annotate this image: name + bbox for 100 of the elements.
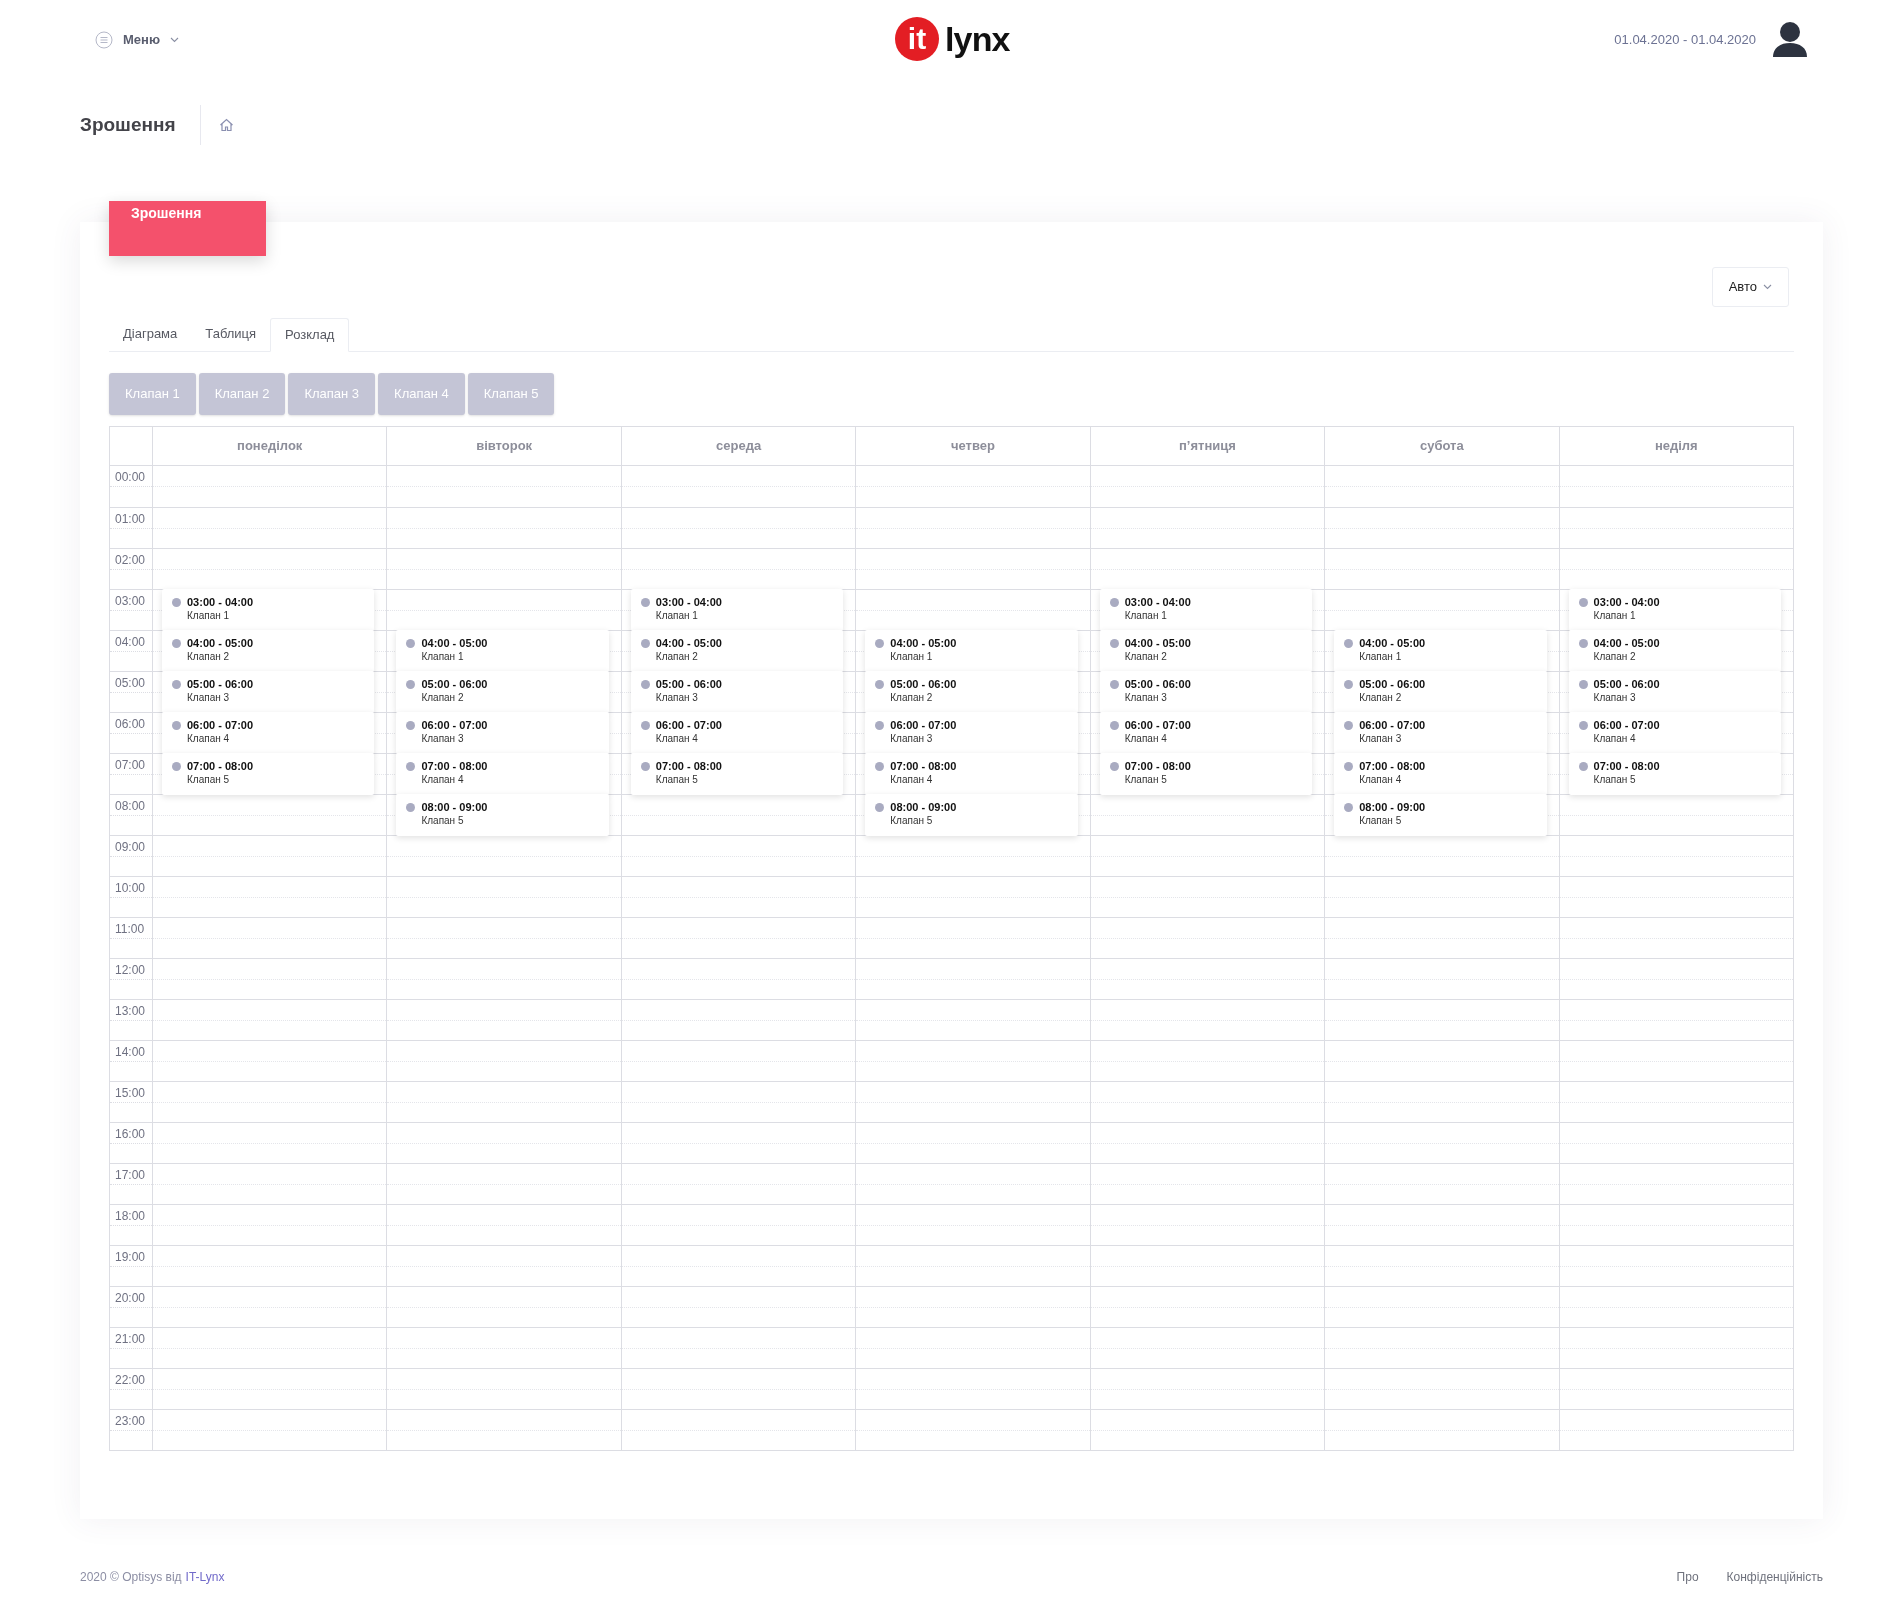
view-tab[interactable]: Розклад (270, 318, 350, 352)
hour-label: 00:00 (115, 469, 146, 486)
status-dot-icon (640, 680, 650, 689)
event-valve: Клапан 3 (187, 691, 231, 705)
event-time: 04:00 - 05:00 (655, 636, 722, 650)
schedule-event[interactable]: 05:00 - 06:00 Клапан 3 (162, 671, 375, 713)
view-tab[interactable]: Діаграма (109, 317, 192, 351)
company-link[interactable]: IT-Lynx (185, 1568, 225, 1586)
schedule-event[interactable]: 08:00 - 09:00 Клапан 5 (1334, 794, 1547, 836)
schedule-event[interactable]: 05:00 - 06:00 Клапан 2 (396, 671, 609, 713)
schedule-event[interactable]: 06:00 - 07:00 Клапан 4 (1568, 712, 1781, 754)
hour-label: 05:00 (115, 675, 146, 692)
event-valve: Клапан 3 (1124, 691, 1168, 705)
event-valve: Клапан 3 (890, 732, 934, 746)
schedule-event[interactable]: 07:00 - 08:00 Клапан 4 (1334, 753, 1547, 795)
event-time: 03:00 - 04:00 (1124, 595, 1191, 609)
event-time: 04:00 - 05:00 (1124, 636, 1191, 650)
schedule-event[interactable]: 05:00 - 06:00 Клапан 3 (1568, 671, 1781, 713)
schedule-event[interactable]: 03:00 - 04:00 Клапан 1 (1099, 589, 1313, 631)
schedule-event[interactable]: 04:00 - 05:00 Клапан 1 (396, 630, 609, 672)
event-valve: Клапан 2 (421, 691, 465, 705)
event-valve: Клапан 1 (1124, 609, 1168, 623)
status-dot-icon (1344, 762, 1354, 771)
schedule-event[interactable]: 08:00 - 09:00 Клапан 5 (865, 794, 1078, 836)
menu-icon[interactable] (95, 31, 113, 49)
schedule-event[interactable]: 05:00 - 06:00 Клапан 2 (1334, 671, 1547, 713)
schedule-event[interactable]: 06:00 - 07:00 Клапан 4 (1099, 712, 1313, 754)
event-valve: Клапан 5 (1359, 814, 1403, 828)
schedule-event[interactable]: 06:00 - 07:00 Клапан 4 (162, 712, 375, 754)
date-range[interactable]: 01.04.2020 - 01.04.2020 (1614, 30, 1756, 50)
event-time: 06:00 - 07:00 (655, 718, 722, 732)
footer-link[interactable]: Про (1676, 1568, 1699, 1586)
schedule-event[interactable]: 04:00 - 05:00 Клапан 2 (1099, 630, 1313, 672)
event-valve: Клапан 5 (890, 814, 934, 828)
schedule-event[interactable]: 03:00 - 04:00 Клапан 1 (630, 589, 844, 631)
event-time: 06:00 - 07:00 (187, 718, 254, 732)
schedule-event[interactable]: 08:00 - 09:00 Клапан 5 (396, 794, 609, 836)
event-time: 03:00 - 04:00 (1593, 595, 1660, 609)
schedule-event[interactable]: 03:00 - 04:00 Клапан 1 (1568, 589, 1781, 631)
hour-label: 07:00 (115, 757, 146, 774)
schedule-event[interactable]: 06:00 - 07:00 Клапан 4 (630, 712, 844, 754)
status-dot-icon (1578, 721, 1588, 730)
user-avatar-icon[interactable] (1772, 21, 1808, 59)
event-time: 05:00 - 06:00 (655, 677, 722, 691)
schedule-event[interactable]: 07:00 - 08:00 Клапан 4 (865, 753, 1078, 795)
schedule-event[interactable]: 06:00 - 07:00 Клапан 3 (1334, 712, 1547, 754)
status-dot-icon (172, 639, 181, 648)
schedule-event[interactable]: 07:00 - 08:00 Клапан 4 (396, 753, 609, 795)
status-dot-icon (875, 762, 885, 771)
mode-select[interactable]: Авто (1711, 267, 1789, 307)
status-dot-icon (640, 598, 650, 607)
schedule-event[interactable]: 04:00 - 05:00 Клапан 1 (1334, 630, 1547, 672)
schedule-event[interactable]: 04:00 - 05:00 Клапан 2 (1568, 630, 1781, 672)
status-dot-icon (172, 680, 181, 689)
view-tab[interactable]: Таблиця (191, 317, 271, 351)
event-valve: Клапан 1 (890, 650, 934, 664)
event-time: 04:00 - 05:00 (1593, 636, 1660, 650)
logo: it lynx (895, 17, 1010, 61)
schedule-event[interactable]: 05:00 - 06:00 Клапан 3 (630, 671, 844, 713)
event-valve: Клапан 5 (1593, 773, 1637, 787)
status-dot-icon (1109, 721, 1119, 730)
schedule-event[interactable]: 06:00 - 07:00 Клапан 3 (865, 712, 1078, 754)
day-header: п’ятниця (1179, 437, 1236, 456)
event-valve: Клапан 5 (187, 773, 231, 787)
schedule-event[interactable]: 03:00 - 04:00 Клапан 1 (162, 589, 375, 631)
hour-label: 01:00 (115, 511, 146, 528)
event-time: 04:00 - 05:00 (187, 636, 254, 650)
event-time: 06:00 - 07:00 (421, 718, 488, 732)
schedule-event[interactable]: 05:00 - 06:00 Клапан 2 (865, 671, 1078, 713)
hour-label: 16:00 (115, 1126, 146, 1143)
schedule-event[interactable]: 07:00 - 08:00 Клапан 5 (630, 753, 844, 795)
home-icon[interactable] (218, 118, 234, 132)
schedule-event[interactable]: 05:00 - 06:00 Клапан 3 (1099, 671, 1313, 713)
hour-label: 13:00 (115, 1003, 146, 1020)
event-valve: Клапан 3 (1359, 732, 1403, 746)
event-valve: Клапан 3 (1593, 691, 1637, 705)
event-valve: Клапан 2 (655, 650, 699, 664)
chevron-icon (170, 37, 179, 43)
schedule-event[interactable]: 04:00 - 05:00 Клапан 2 (630, 630, 844, 672)
event-valve: Клапан 4 (655, 732, 699, 746)
status-dot-icon (1578, 762, 1588, 771)
schedule-event[interactable]: 07:00 - 08:00 Клапан 5 (1099, 753, 1313, 795)
schedule-event[interactable]: 07:00 - 08:00 Клапан 5 (1568, 753, 1781, 795)
schedule-event[interactable]: 04:00 - 05:00 Клапан 2 (162, 630, 375, 672)
menu-label[interactable]: Меню (123, 30, 160, 50)
schedule-event[interactable]: 07:00 - 08:00 Клапан 5 (162, 753, 375, 795)
schedule-event[interactable]: 04:00 - 05:00 Клапан 1 (865, 630, 1078, 672)
status-dot-icon (1109, 762, 1119, 771)
status-dot-icon (875, 803, 885, 812)
event-time: 03:00 - 04:00 (655, 595, 722, 609)
event-valve: Клапан 5 (1124, 773, 1168, 787)
hour-label: 23:00 (115, 1413, 146, 1430)
hour-label: 11:00 (115, 921, 145, 938)
hour-label: 09:00 (115, 839, 146, 856)
event-valve: Клапан 5 (421, 814, 465, 828)
status-dot-icon (172, 598, 181, 607)
schedule-event[interactable]: 06:00 - 07:00 Клапан 3 (396, 712, 609, 754)
footer-link[interactable]: Конфіденційність (1726, 1568, 1823, 1586)
day-header: четвер (951, 437, 995, 456)
status-dot-icon (406, 680, 416, 689)
